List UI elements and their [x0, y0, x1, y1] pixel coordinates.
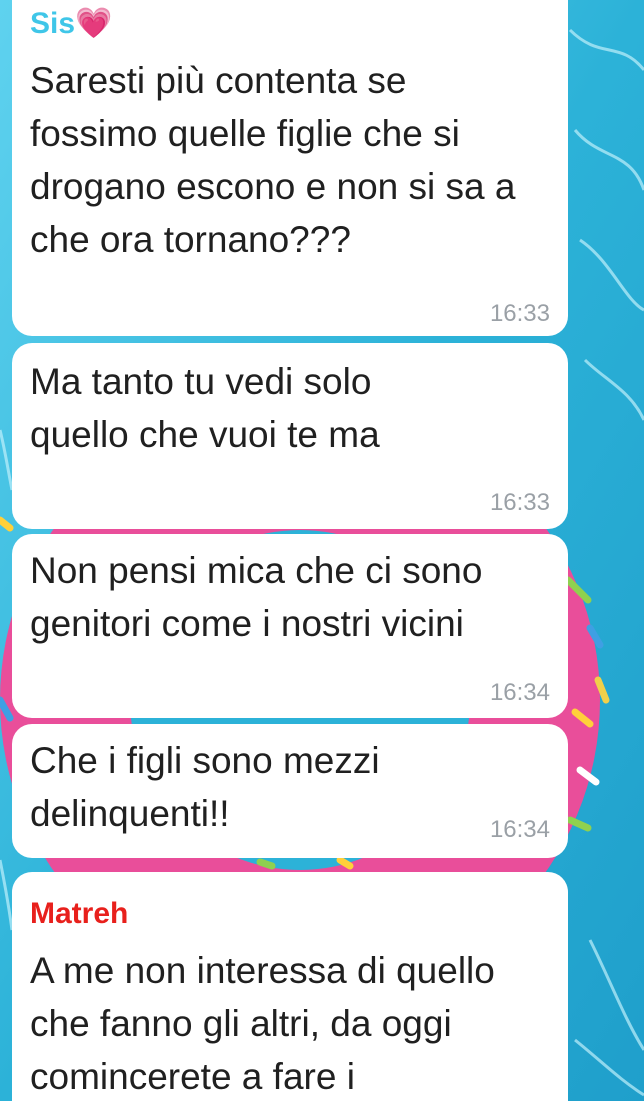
message-timestamp: 16:33 — [489, 300, 550, 327]
message-text: Ma tanto tu vedi solo quello che vuoi te… — [30, 361, 380, 455]
message-timestamp: 16:34 — [489, 816, 550, 843]
sender-name[interactable]: Matreh — [30, 896, 550, 932]
message-text: Non pensi mica che ci sono genitori come… — [30, 550, 483, 644]
message-timestamp: 16:34 — [489, 679, 550, 706]
message-text: Saresti più contenta se fossimo quelle f… — [30, 60, 516, 260]
message-text: Che i figli sono mezzi delinquenti!! — [30, 740, 380, 834]
message-timestamp: 16:33 — [489, 489, 550, 516]
message-bubble-incoming[interactable]: Sis💗 Saresti più contenta se fossimo que… — [12, 0, 568, 336]
message-bubble-incoming[interactable]: Che i figli sono mezzi delinquenti!! 16:… — [12, 724, 568, 858]
sender-name[interactable]: Sis💗 — [30, 6, 550, 42]
message-text: A me non interessa di quello che fanno g… — [30, 950, 495, 1097]
message-bubble-incoming[interactable]: Ma tanto tu vedi solo quello che vuoi te… — [12, 343, 568, 529]
message-bubble-incoming[interactable]: Non pensi mica che ci sono genitori come… — [12, 534, 568, 718]
message-bubble-incoming[interactable]: Matreh A me non interessa di quello che … — [12, 872, 568, 1101]
